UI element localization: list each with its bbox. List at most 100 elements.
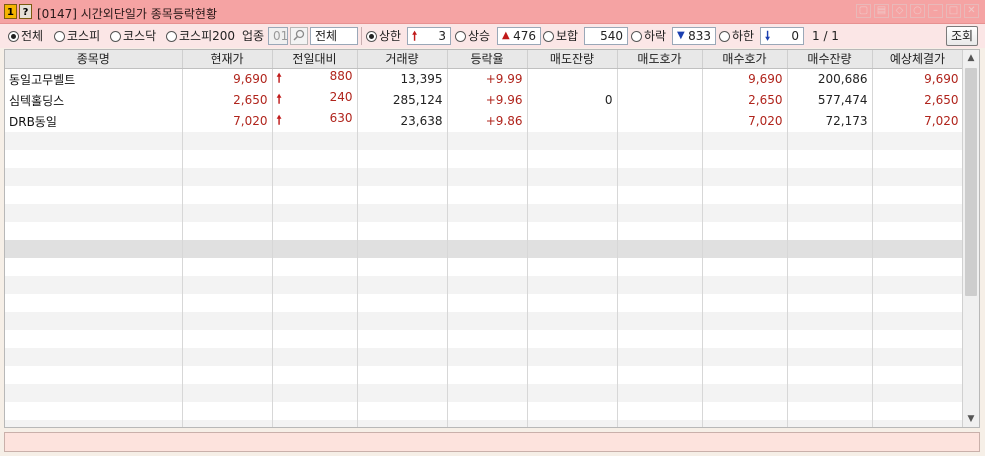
col-header[interactable]: 매도호가 xyxy=(617,50,703,69)
empty-cell xyxy=(527,275,618,294)
empty-cell xyxy=(872,401,964,420)
market-option-all[interactable]: 전체 xyxy=(8,27,43,45)
empty-row xyxy=(5,239,964,258)
empty-cell xyxy=(272,293,358,312)
market-option-kosdaq[interactable]: 코스닥 xyxy=(110,27,156,45)
window-title: [0147] 시간외단일가 종목등락현황 xyxy=(37,7,218,21)
empty-cell xyxy=(702,131,788,150)
radio-icon[interactable] xyxy=(110,31,121,42)
empty-cell xyxy=(357,329,448,348)
col-header[interactable]: 등락율 xyxy=(447,50,528,69)
empty-cell xyxy=(5,131,183,150)
filter-flat[interactable]: 보합 xyxy=(543,27,578,45)
filter-upper-limit[interactable]: 상한 xyxy=(366,27,401,45)
empty-cell xyxy=(182,383,273,402)
radio-icon[interactable] xyxy=(54,31,65,42)
query-button[interactable]: 조회 xyxy=(946,26,978,46)
empty-cell xyxy=(357,419,448,427)
pin-icon[interactable]: ◇ xyxy=(892,4,907,18)
filter-lower-limit[interactable]: 하한 xyxy=(719,27,754,45)
empty-row xyxy=(5,401,964,420)
empty-cell xyxy=(272,383,358,402)
col-header[interactable]: 매수잔량 xyxy=(787,50,873,69)
empty-cell xyxy=(447,131,528,150)
radio-icon[interactable] xyxy=(543,31,554,42)
scroll-up-icon[interactable]: ▲ xyxy=(963,50,979,66)
empty-cell xyxy=(272,275,358,294)
stock-name[interactable]: DRB동일 xyxy=(5,110,183,132)
radio-icon[interactable] xyxy=(366,31,377,42)
maximize-icon[interactable]: □ xyxy=(946,4,961,18)
col-header[interactable]: 현재가 xyxy=(182,50,273,69)
empty-cell xyxy=(702,149,788,168)
empty-cell xyxy=(182,329,273,348)
empty-cell xyxy=(872,131,964,150)
empty-cell xyxy=(5,347,183,366)
bid-price: 7,020 xyxy=(702,110,788,132)
table-row[interactable]: 심텍홀딩스 2,650 🠕 240 285,124 +9.96 0 2,650 5… xyxy=(5,89,964,111)
help-icon[interactable]: ? xyxy=(19,4,32,19)
stock-name[interactable]: 동일고무벨트 xyxy=(5,68,183,90)
market-option-kospi200[interactable]: 코스피200 xyxy=(166,27,235,45)
empty-cell xyxy=(357,383,448,402)
radio-icon[interactable] xyxy=(631,31,642,42)
empty-cell xyxy=(447,221,528,240)
empty-cell xyxy=(182,365,273,384)
sector-code-input[interactable]: 01 xyxy=(268,27,288,45)
filter-rise[interactable]: 상승 xyxy=(455,27,490,45)
empty-cell xyxy=(872,347,964,366)
empty-cell xyxy=(5,329,183,348)
current-price: 9,690 xyxy=(182,68,273,90)
bid-quantity: 200,686 xyxy=(787,68,873,90)
empty-cell xyxy=(527,347,618,366)
empty-cell xyxy=(527,401,618,420)
empty-cell xyxy=(702,203,788,222)
col-header[interactable]: 예상체결가 xyxy=(872,50,964,69)
close-icon[interactable]: ✕ xyxy=(964,4,979,18)
empty-cell xyxy=(5,221,183,240)
market-option-kospi[interactable]: 코스피 xyxy=(54,27,100,45)
empty-cell xyxy=(617,383,703,402)
scroll-thumb[interactable] xyxy=(965,68,977,296)
empty-cell xyxy=(182,401,273,420)
table-row[interactable]: 동일고무벨트 9,690 🠕 880 13,395 +9.99 9,690 200… xyxy=(5,68,964,90)
search-icon[interactable] xyxy=(290,27,308,45)
flat-count: 540 xyxy=(584,27,628,45)
empty-cell xyxy=(702,329,788,348)
empty-cell xyxy=(702,167,788,186)
scroll-down-icon[interactable]: ▼ xyxy=(963,411,979,427)
empty-cell xyxy=(182,131,273,150)
col-header[interactable]: 매도잔량 xyxy=(527,50,618,69)
radio-icon[interactable] xyxy=(719,31,730,42)
vertical-scrollbar[interactable]: ▲ ▼ xyxy=(962,50,979,427)
filter-fall[interactable]: 하락 xyxy=(631,27,666,45)
col-header[interactable]: 매수호가 xyxy=(702,50,788,69)
radio-icon[interactable] xyxy=(455,31,466,42)
empty-cell xyxy=(787,365,873,384)
radio-icon[interactable] xyxy=(166,31,177,42)
empty-cell xyxy=(447,257,528,276)
stock-name[interactable]: 심텍홀딩스 xyxy=(5,89,183,111)
col-header[interactable]: 전일대비 xyxy=(272,50,358,69)
lock-icon[interactable]: ▢ xyxy=(856,4,871,18)
empty-cell xyxy=(787,383,873,402)
empty-cell xyxy=(702,275,788,294)
expected-price: 7,020 xyxy=(872,110,964,132)
empty-cell xyxy=(182,419,273,427)
settings-icon[interactable]: ▤ xyxy=(874,4,889,18)
empty-cell xyxy=(617,365,703,384)
empty-cell xyxy=(447,185,528,204)
empty-cell xyxy=(182,185,273,204)
minimize-icon[interactable]: – xyxy=(928,4,943,18)
empty-cell xyxy=(527,149,618,168)
empty-cell xyxy=(272,329,358,348)
rise-count: ▲ 476 xyxy=(497,27,541,45)
link-icon[interactable]: ○ xyxy=(910,4,925,18)
radio-icon[interactable] xyxy=(8,31,19,42)
empty-cell xyxy=(447,347,528,366)
empty-cell xyxy=(272,365,358,384)
col-header[interactable]: 종목명 xyxy=(5,50,183,69)
table-row[interactable]: DRB동일 7,020 🠕 630 23,638 +9.86 7,020 72,1… xyxy=(5,110,964,132)
window-number-badge[interactable]: 1 xyxy=(4,4,17,19)
col-header[interactable]: 거래량 xyxy=(357,50,448,69)
